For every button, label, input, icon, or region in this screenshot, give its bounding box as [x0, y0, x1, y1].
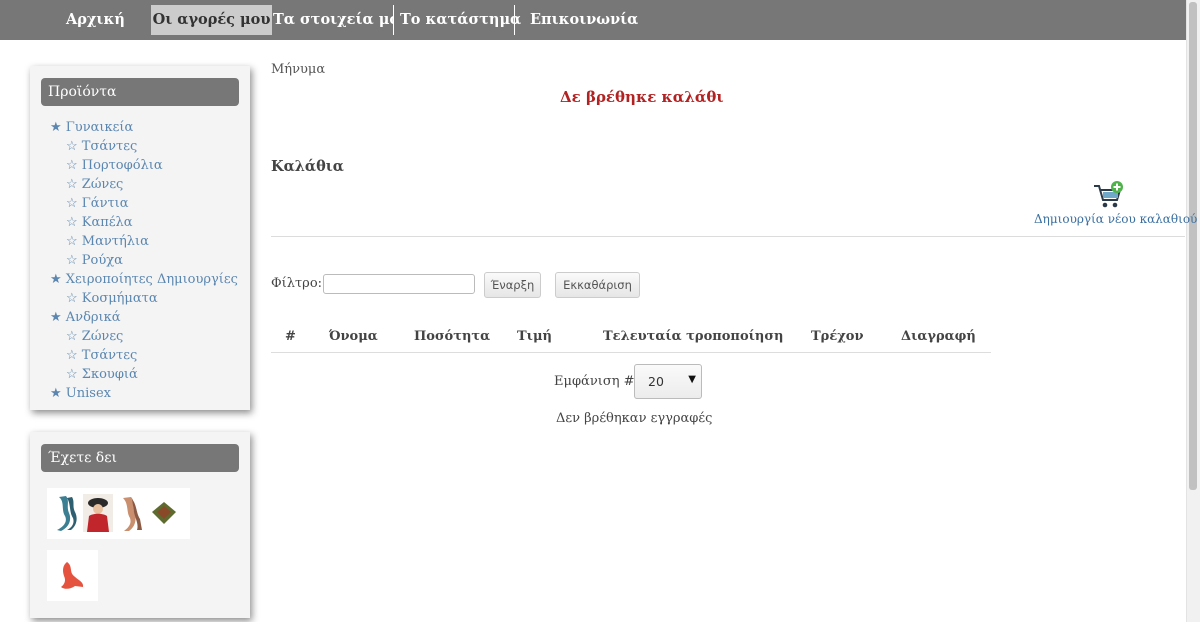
- filter-start-button[interactable]: Έναρξη: [484, 272, 541, 298]
- category-hats[interactable]: ☆ Καπέλα: [50, 213, 238, 232]
- carts-heading: Καλάθια: [271, 158, 344, 175]
- category-unisex[interactable]: ★ Unisex: [50, 384, 238, 403]
- products-panel: Προϊόντα ★ Γυναικεία ☆ Τσάντες ☆ Πορτοφό…: [30, 66, 250, 410]
- table-header-divider: [271, 352, 991, 353]
- table-header-current[interactable]: Τρέχον: [811, 329, 863, 344]
- category-men[interactable]: ★ Ανδρικά: [50, 308, 238, 327]
- no-cart-message: Δε βρέθηκε καλάθι: [560, 88, 724, 106]
- cart-add-icon: [1094, 181, 1123, 208]
- category-men-bags[interactable]: ☆ Τσάντες: [50, 346, 238, 365]
- no-records-message: Δεν βρέθηκαν εγγραφές: [556, 411, 713, 426]
- nav-separator: [393, 5, 394, 35]
- category-list: ★ Γυναικεία ☆ Τσάντες ☆ Πορτοφόλια ☆ Ζών…: [50, 118, 238, 403]
- nav-my-purchases[interactable]: Οι αγορές μου: [151, 5, 272, 35]
- nav-my-details[interactable]: Τα στοιχεία μου: [273, 5, 393, 35]
- green-scarf-thumbnail[interactable]: [149, 494, 179, 532]
- filter-label: Φίλτρο:: [271, 276, 323, 291]
- table-header-number[interactable]: #: [285, 329, 296, 344]
- nav-contact[interactable]: Επικοινωνία: [530, 5, 638, 35]
- message-label: Μήνυμα: [271, 62, 326, 77]
- category-wallets[interactable]: ☆ Πορτοφόλια: [50, 156, 238, 175]
- viewed-thumbnails-row: [47, 550, 98, 601]
- category-men-belts[interactable]: ☆ Ζώνες: [50, 327, 238, 346]
- products-panel-title: Προϊόντα: [41, 78, 239, 106]
- filter-clear-button[interactable]: Εκκαθάριση: [555, 272, 640, 298]
- dropdown-arrow-icon: ▼: [688, 374, 696, 385]
- category-scarves[interactable]: ☆ Μαντήλια: [50, 232, 238, 251]
- page-scrollbar[interactable]: [1186, 0, 1200, 622]
- category-belts[interactable]: ☆ Ζώνες: [50, 175, 238, 194]
- table-header-last-modified[interactable]: Τελευταία τροποποίηση: [603, 329, 783, 344]
- recently-viewed-title: Έχετε δει: [41, 444, 239, 472]
- recently-viewed-panel: Έχετε δει: [30, 432, 250, 618]
- create-new-cart-label[interactable]: Δημιουργία νέου καλαθιού: [1034, 212, 1197, 226]
- top-navigation: Αρχική Οι αγορές μου Τα στοιχεία μου Το …: [0, 0, 1187, 40]
- page-size-select[interactable]: 20 ▼: [634, 364, 702, 399]
- table-header-name[interactable]: Όνομα: [329, 329, 378, 344]
- category-gloves[interactable]: ☆ Γάντια: [50, 194, 238, 213]
- category-women[interactable]: ★ Γυναικεία: [50, 118, 238, 137]
- section-divider: [271, 236, 1185, 237]
- category-handmade[interactable]: ★ Χειροποίητες Δημιουργίες: [50, 270, 238, 289]
- category-clothes[interactable]: ☆ Ρούχα: [50, 251, 238, 270]
- nav-store[interactable]: Το κατάστημα: [400, 5, 521, 35]
- category-jewelry[interactable]: ☆ Κοσμήματα: [50, 289, 238, 308]
- viewed-thumbnails-row: [47, 488, 190, 539]
- table-header-delete[interactable]: Διαγραφή: [901, 329, 976, 344]
- table-header-quantity[interactable]: Ποσότητα: [414, 329, 490, 344]
- patterned-scarf-thumbnail[interactable]: [117, 494, 147, 532]
- page-size-label: Εμφάνιση #: [554, 374, 635, 389]
- hat-model-thumbnail[interactable]: [83, 494, 113, 532]
- nav-home[interactable]: Αρχική: [66, 5, 125, 35]
- category-beanies[interactable]: ☆ Σκουφιά: [50, 365, 238, 384]
- filter-input[interactable]: [323, 274, 475, 294]
- nav-separator: [514, 5, 515, 35]
- coral-scarf-thumbnail[interactable]: [57, 556, 87, 594]
- table-header-price[interactable]: Τιμή: [517, 329, 552, 344]
- scarf-thumbnail[interactable]: [51, 494, 81, 532]
- page-size-value: 20: [648, 374, 664, 389]
- category-bags[interactable]: ☆ Τσάντες: [50, 137, 238, 156]
- scrollbar-thumb[interactable]: [1189, 2, 1197, 490]
